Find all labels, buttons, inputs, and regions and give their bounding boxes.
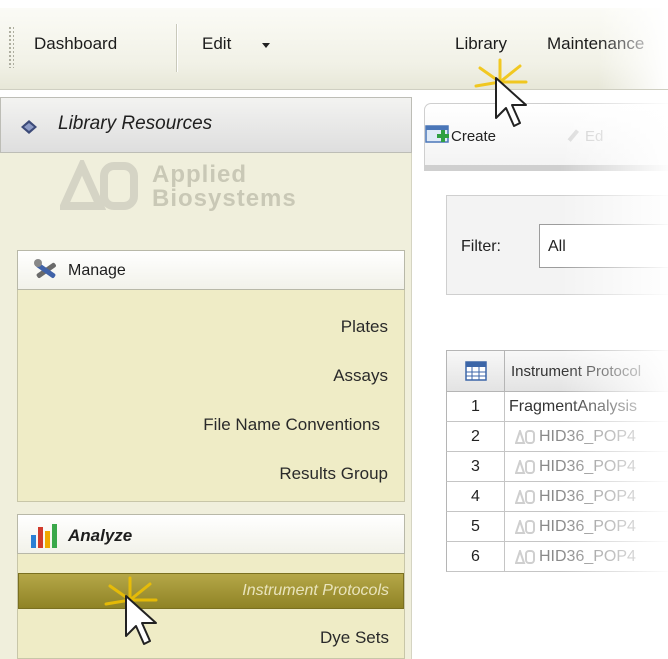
table-row[interactable]: 2 HID36_POP4 [446, 422, 668, 452]
manage-label: Manage [68, 262, 126, 279]
row-name: FragmentAnalysis [509, 398, 638, 415]
table-row[interactable]: 6 HID36_POP4 [446, 542, 668, 572]
menu-dashboard[interactable]: Dashboard [34, 34, 117, 54]
column-header-instrument-protocol[interactable]: Instrument Protocol [511, 363, 641, 380]
row-name: HID36_POP4 [539, 428, 636, 445]
filter-select[interactable]: All [539, 224, 668, 268]
menu-separator [176, 24, 178, 72]
menu-library[interactable]: Library [455, 34, 507, 54]
filter-value: All [548, 238, 566, 255]
table-row[interactable]: 5 HID36_POP4 [446, 512, 668, 542]
analyze-section-header[interactable]: Analyze [17, 514, 405, 554]
table-row[interactable]: 4 HID36_POP4 [446, 482, 668, 512]
applied-biosystems-icon [515, 490, 535, 504]
fade-overlay [598, 8, 668, 89]
manage-section-header[interactable]: Manage [17, 250, 405, 290]
menu-edit[interactable]: Edit [202, 34, 231, 54]
row-number: 5 [447, 512, 505, 542]
library-icon [21, 120, 37, 134]
table-icon [465, 361, 487, 381]
applied-biosystems-icon [515, 430, 535, 444]
toolbar-tab: Create Ed [424, 103, 668, 167]
pencil-icon[interactable] [565, 128, 581, 144]
nav-assays[interactable]: Assays [333, 366, 388, 386]
nav-instrument-protocols[interactable]: Instrument Protocols [18, 573, 404, 609]
row-name: HID36_POP4 [539, 488, 636, 505]
row-number: 6 [447, 542, 505, 572]
chevron-down-icon[interactable] [262, 43, 270, 48]
menu-bar: Dashboard Edit Library Maintenance [0, 8, 668, 90]
edit-button[interactable]: Ed [585, 128, 603, 145]
row-number: 2 [447, 422, 505, 452]
content-pane: Create Ed Filter: All Instrument Protoco… [420, 97, 668, 659]
toolbar-grip[interactable] [8, 26, 14, 68]
table-row[interactable]: 3 HID36_POP4 [446, 452, 668, 482]
nav-file-name-conventions[interactable]: File Name Conventions [203, 415, 380, 435]
analyze-label: Analyze [68, 526, 133, 545]
mouse-cursor-icon [474, 58, 528, 127]
table-row[interactable]: 1 FragmentAnalysis [446, 392, 668, 422]
row-number: 4 [447, 482, 505, 512]
applied-biosystems-logo [60, 160, 138, 210]
table-header: Instrument Protocol [446, 350, 668, 392]
row-number: 3 [447, 452, 505, 482]
manage-section-body: Plates Assays File Name Conventions Resu… [17, 290, 405, 502]
instrument-protocols-label: Instrument Protocols [242, 582, 389, 599]
library-resources-header[interactable]: Library Resources [0, 97, 412, 153]
bar-chart-icon [31, 524, 57, 548]
mouse-cursor-icon [104, 576, 158, 645]
filter-label: Filter: [461, 238, 501, 255]
logo-wordmark: Applied Biosystems [152, 161, 297, 212]
filter-panel: Filter: All [446, 195, 668, 295]
row-name: HID36_POP4 [539, 548, 636, 565]
row-number: 1 [447, 392, 505, 422]
table-menu-cell[interactable] [447, 351, 505, 391]
library-resources-title: Library Resources [58, 113, 213, 134]
applied-biosystems-icon [515, 550, 535, 564]
nav-dye-sets[interactable]: Dye Sets [320, 628, 389, 648]
row-name: HID36_POP4 [539, 458, 636, 475]
applied-biosystems-icon [515, 460, 535, 474]
navigation-pane: Library Resources Applied Biosystems Man… [0, 97, 412, 659]
applied-biosystems-icon [515, 520, 535, 534]
tools-icon [34, 259, 56, 278]
toolbar-divider [424, 165, 668, 171]
row-name: HID36_POP4 [539, 518, 636, 535]
nav-results-group[interactable]: Results Group [279, 464, 388, 484]
nav-plates[interactable]: Plates [341, 317, 388, 337]
create-icon[interactable] [425, 124, 451, 146]
